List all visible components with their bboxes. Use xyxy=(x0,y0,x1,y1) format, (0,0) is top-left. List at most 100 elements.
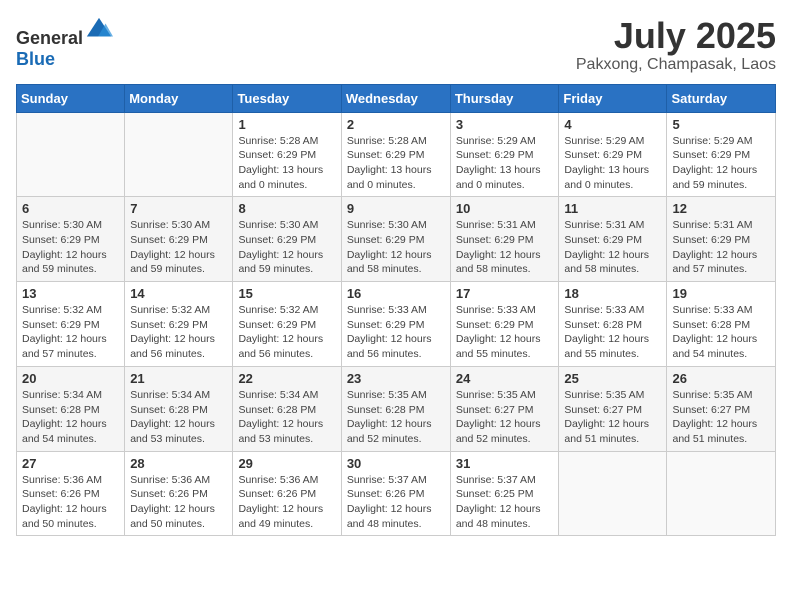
calendar-week-row: 1 Sunrise: 5:28 AMSunset: 6:29 PMDaylight… xyxy=(17,112,776,197)
calendar-cell xyxy=(125,112,233,197)
day-info: Sunrise: 5:34 AMSunset: 6:28 PMDaylight:… xyxy=(130,388,227,447)
calendar-cell: 16 Sunrise: 5:33 AMSunset: 6:29 PMDayligh… xyxy=(341,282,450,367)
day-number: 24 xyxy=(456,371,554,386)
calendar-week-row: 20 Sunrise: 5:34 AMSunset: 6:28 PMDayligh… xyxy=(17,366,776,451)
day-info: Sunrise: 5:34 AMSunset: 6:28 PMDaylight:… xyxy=(22,388,119,447)
day-info: Sunrise: 5:30 AMSunset: 6:29 PMDaylight:… xyxy=(22,218,119,277)
day-info: Sunrise: 5:35 AMSunset: 6:27 PMDaylight:… xyxy=(456,388,554,447)
day-number: 20 xyxy=(22,371,119,386)
day-info: Sunrise: 5:33 AMSunset: 6:29 PMDaylight:… xyxy=(347,303,445,362)
calendar-table: SundayMondayTuesdayWednesdayThursdayFrid… xyxy=(16,84,776,537)
calendar-cell: 6 Sunrise: 5:30 AMSunset: 6:29 PMDaylight… xyxy=(17,197,125,282)
calendar-cell: 18Sunrise: 5:33 AMSunset: 6:28 PMDayligh… xyxy=(559,282,667,367)
calendar-cell xyxy=(667,451,776,536)
logo-blue: Blue xyxy=(16,49,55,69)
calendar-cell: 27 Sunrise: 5:36 AMSunset: 6:26 PMDayligh… xyxy=(17,451,125,536)
calendar-week-row: 13 Sunrise: 5:32 AMSunset: 6:29 PMDayligh… xyxy=(17,282,776,367)
day-number: 9 xyxy=(347,201,445,216)
day-info: Sunrise: 5:29 AMSunset: 6:29 PMDaylight:… xyxy=(564,134,661,193)
day-info: Sunrise: 5:30 AMSunset: 6:29 PMDaylight:… xyxy=(238,218,335,277)
calendar-cell xyxy=(559,451,667,536)
day-number: 31 xyxy=(456,456,554,471)
day-number: 25 xyxy=(564,371,661,386)
page-header: General Blue July 2025 Pakxong, Champasa… xyxy=(16,16,776,74)
logo-icon xyxy=(85,16,113,44)
day-info: Sunrise: 5:33 AMSunset: 6:29 PMDaylight:… xyxy=(456,303,554,362)
calendar-cell: 31 Sunrise: 5:37 AMSunset: 6:25 PMDayligh… xyxy=(450,451,559,536)
calendar-cell: 7 Sunrise: 5:30 AMSunset: 6:29 PMDaylight… xyxy=(125,197,233,282)
calendar-cell: 14 Sunrise: 5:32 AMSunset: 6:29 PMDayligh… xyxy=(125,282,233,367)
day-info: Sunrise: 5:32 AMSunset: 6:29 PMDaylight:… xyxy=(22,303,119,362)
day-info: Sunrise: 5:35 AMSunset: 6:27 PMDaylight:… xyxy=(564,388,661,447)
day-number: 13 xyxy=(22,286,119,301)
day-info: Sunrise: 5:28 AMSunset: 6:29 PMDaylight:… xyxy=(347,134,445,193)
calendar-cell: 5 Sunrise: 5:29 AMSunset: 6:29 PMDaylight… xyxy=(667,112,776,197)
day-number: 16 xyxy=(347,286,445,301)
day-number: 7 xyxy=(130,201,227,216)
weekday-header: Friday xyxy=(559,84,667,112)
day-info: Sunrise: 5:35 AMSunset: 6:28 PMDaylight:… xyxy=(347,388,445,447)
day-info: Sunrise: 5:36 AMSunset: 6:26 PMDaylight:… xyxy=(130,473,227,532)
day-number: 11 xyxy=(564,201,661,216)
day-info: Sunrise: 5:35 AMSunset: 6:27 PMDaylight:… xyxy=(672,388,770,447)
day-info: Sunrise: 5:32 AMSunset: 6:29 PMDaylight:… xyxy=(130,303,227,362)
day-number: 21 xyxy=(130,371,227,386)
day-info: Sunrise: 5:28 AMSunset: 6:29 PMDaylight:… xyxy=(238,134,335,193)
calendar-cell: 2 Sunrise: 5:28 AMSunset: 6:29 PMDaylight… xyxy=(341,112,450,197)
day-info: Sunrise: 5:29 AMSunset: 6:29 PMDaylight:… xyxy=(672,134,770,193)
day-info: Sunrise: 5:30 AMSunset: 6:29 PMDaylight:… xyxy=(130,218,227,277)
calendar-cell: 29Sunrise: 5:36 AMSunset: 6:26 PMDayligh… xyxy=(233,451,341,536)
day-number: 19 xyxy=(672,286,770,301)
day-number: 8 xyxy=(238,201,335,216)
calendar-cell: 24 Sunrise: 5:35 AMSunset: 6:27 PMDayligh… xyxy=(450,366,559,451)
calendar-cell: 28 Sunrise: 5:36 AMSunset: 6:26 PMDayligh… xyxy=(125,451,233,536)
day-number: 6 xyxy=(22,201,119,216)
calendar-cell: 25 Sunrise: 5:35 AMSunset: 6:27 PMDayligh… xyxy=(559,366,667,451)
day-info: Sunrise: 5:33 AMSunset: 6:28 PMDaylight:… xyxy=(672,303,770,362)
day-info: Sunrise: 5:37 AMSunset: 6:26 PMDaylight:… xyxy=(347,473,445,532)
weekday-header: Saturday xyxy=(667,84,776,112)
weekday-header: Monday xyxy=(125,84,233,112)
day-number: 12 xyxy=(672,201,770,216)
day-info: Sunrise: 5:30 AMSunset: 6:29 PMDaylight:… xyxy=(347,218,445,277)
weekday-header: Wednesday xyxy=(341,84,450,112)
day-number: 28 xyxy=(130,456,227,471)
calendar-cell: 30Sunrise: 5:37 AMSunset: 6:26 PMDayligh… xyxy=(341,451,450,536)
weekday-header: Thursday xyxy=(450,84,559,112)
calendar-cell: 21 Sunrise: 5:34 AMSunset: 6:28 PMDayligh… xyxy=(125,366,233,451)
day-number: 27 xyxy=(22,456,119,471)
day-number: 1 xyxy=(238,117,335,132)
day-number: 5 xyxy=(672,117,770,132)
day-number: 3 xyxy=(456,117,554,132)
calendar-cell: 11Sunrise: 5:31 AMSunset: 6:29 PMDayligh… xyxy=(559,197,667,282)
calendar-cell: 20 Sunrise: 5:34 AMSunset: 6:28 PMDayligh… xyxy=(17,366,125,451)
day-number: 14 xyxy=(130,286,227,301)
day-number: 26 xyxy=(672,371,770,386)
location-subtitle: Pakxong, Champasak, Laos xyxy=(576,56,776,74)
day-number: 2 xyxy=(347,117,445,132)
day-number: 29 xyxy=(238,456,335,471)
day-number: 22 xyxy=(238,371,335,386)
day-info: Sunrise: 5:37 AMSunset: 6:25 PMDaylight:… xyxy=(456,473,554,532)
day-number: 15 xyxy=(238,286,335,301)
calendar-cell: 4Sunrise: 5:29 AMSunset: 6:29 PMDaylight… xyxy=(559,112,667,197)
month-year-title: July 2025 xyxy=(576,16,776,56)
calendar-cell: 9 Sunrise: 5:30 AMSunset: 6:29 PMDaylight… xyxy=(341,197,450,282)
day-info: Sunrise: 5:34 AMSunset: 6:28 PMDaylight:… xyxy=(238,388,335,447)
day-info: Sunrise: 5:36 AMSunset: 6:26 PMDaylight:… xyxy=(22,473,119,532)
weekday-header: Tuesday xyxy=(233,84,341,112)
logo-general: General xyxy=(16,28,83,48)
calendar-week-row: 27 Sunrise: 5:36 AMSunset: 6:26 PMDayligh… xyxy=(17,451,776,536)
day-info: Sunrise: 5:31 AMSunset: 6:29 PMDaylight:… xyxy=(672,218,770,277)
calendar-cell: 10Sunrise: 5:31 AMSunset: 6:29 PMDayligh… xyxy=(450,197,559,282)
calendar-cell: 17 Sunrise: 5:33 AMSunset: 6:29 PMDayligh… xyxy=(450,282,559,367)
calendar-cell: 22 Sunrise: 5:34 AMSunset: 6:28 PMDayligh… xyxy=(233,366,341,451)
weekday-header-row: SundayMondayTuesdayWednesdayThursdayFrid… xyxy=(17,84,776,112)
calendar-cell: 12 Sunrise: 5:31 AMSunset: 6:29 PMDayligh… xyxy=(667,197,776,282)
day-info: Sunrise: 5:33 AMSunset: 6:28 PMDaylight:… xyxy=(564,303,661,362)
day-info: Sunrise: 5:29 AMSunset: 6:29 PMDaylight:… xyxy=(456,134,554,193)
calendar-cell xyxy=(17,112,125,197)
calendar-cell: 19 Sunrise: 5:33 AMSunset: 6:28 PMDayligh… xyxy=(667,282,776,367)
calendar-cell: 26 Sunrise: 5:35 AMSunset: 6:27 PMDayligh… xyxy=(667,366,776,451)
day-number: 17 xyxy=(456,286,554,301)
